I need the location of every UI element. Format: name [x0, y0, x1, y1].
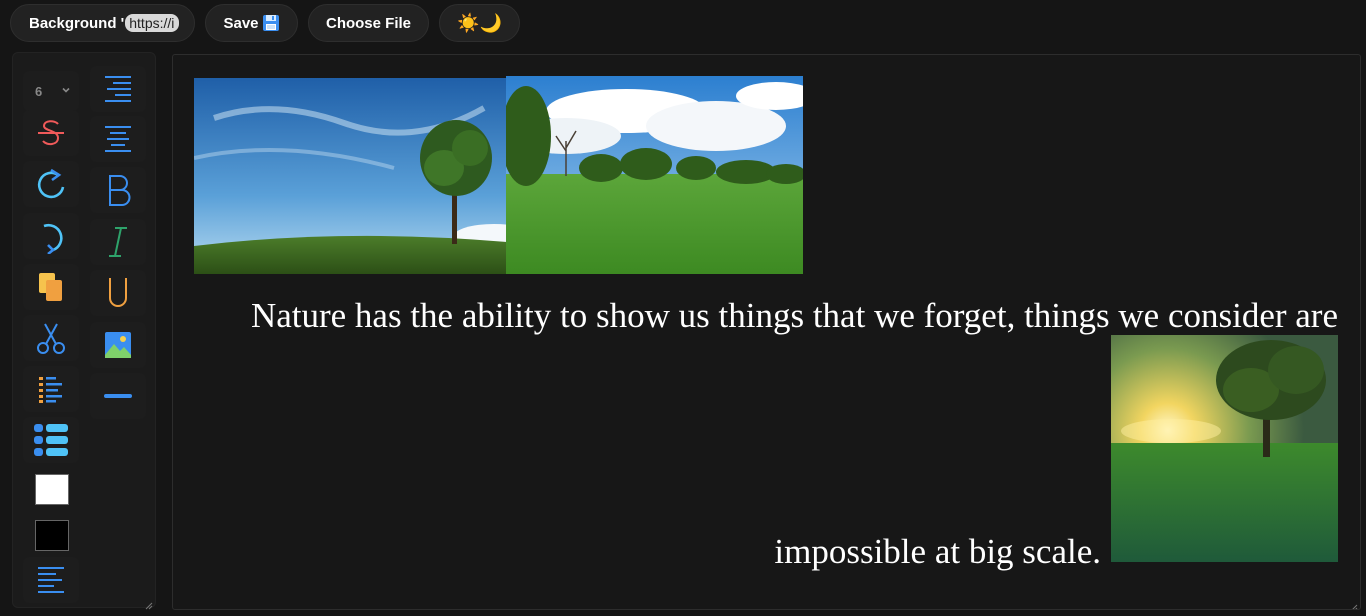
font-size-value: 6	[35, 83, 43, 99]
redo-button[interactable]	[23, 161, 79, 207]
cut-button[interactable]	[23, 315, 79, 361]
green-park-field-image[interactable]	[506, 76, 803, 274]
bold-button[interactable]	[90, 167, 146, 213]
redo-icon	[34, 166, 68, 202]
copy-icon	[36, 271, 66, 303]
resize-handle-icon[interactable]	[145, 597, 153, 610]
horizontal-rule-button[interactable]	[90, 373, 146, 419]
bold-icon	[103, 173, 133, 207]
image-icon	[104, 331, 132, 359]
save-button[interactable]: Save	[205, 4, 298, 42]
unordered-list-button[interactable]	[23, 417, 79, 463]
save-label: Save	[223, 14, 259, 32]
tree-on-hill-image[interactable]	[194, 78, 507, 274]
align-right-button[interactable]	[90, 66, 146, 112]
underline-button[interactable]	[90, 270, 146, 316]
floppy-disk-icon	[262, 14, 280, 32]
text-color-swatch[interactable]	[35, 474, 69, 505]
align-right-icon	[102, 73, 134, 105]
chevron-down-icon	[61, 83, 71, 98]
ordered-list-icon	[37, 374, 65, 404]
italic-icon	[103, 225, 133, 259]
align-left-button[interactable]	[23, 557, 79, 603]
top-toolbar: Background ' Save Choose File ☀️🌙	[10, 4, 520, 42]
paragraph-line-2: impossible at big scale.	[774, 532, 1101, 571]
scissors-icon	[35, 321, 67, 355]
italic-button[interactable]	[90, 219, 146, 265]
background-url-input[interactable]	[125, 14, 180, 32]
resize-handle-icon[interactable]	[1350, 599, 1358, 609]
undo-icon	[34, 218, 68, 254]
undo-button[interactable]	[23, 213, 79, 259]
copy-button[interactable]	[23, 264, 79, 310]
highlight-color-swatch[interactable]	[35, 520, 69, 551]
formatting-toolbar: 6	[12, 52, 156, 610]
align-left-icon	[35, 564, 67, 596]
strikethrough-button[interactable]	[23, 110, 79, 156]
insert-image-button[interactable]	[90, 322, 146, 368]
ordered-list-button[interactable]	[23, 366, 79, 412]
strikethrough-icon	[35, 117, 67, 149]
font-size-select[interactable]: 6	[23, 71, 79, 111]
background-label: Background '	[29, 14, 125, 32]
paragraph-line-1: Nature has the ability to show us things…	[250, 296, 1338, 335]
horizontal-rule-icon	[102, 392, 134, 400]
sun-moon-icon: ☀️🌙	[457, 12, 502, 33]
theme-toggle-button[interactable]: ☀️🌙	[439, 4, 520, 42]
underline-icon	[103, 276, 133, 310]
align-center-icon	[102, 123, 134, 155]
sunset-tree-field-image[interactable]	[1111, 335, 1338, 562]
choose-file-button[interactable]: Choose File	[308, 4, 429, 42]
rich-text-editor[interactable]: Nature has the ability to show us things…	[172, 54, 1361, 610]
unordered-list-icon	[33, 422, 69, 458]
choose-file-label: Choose File	[325, 14, 411, 32]
align-center-button[interactable]	[90, 116, 146, 162]
background-url-button[interactable]: Background '	[10, 4, 195, 42]
